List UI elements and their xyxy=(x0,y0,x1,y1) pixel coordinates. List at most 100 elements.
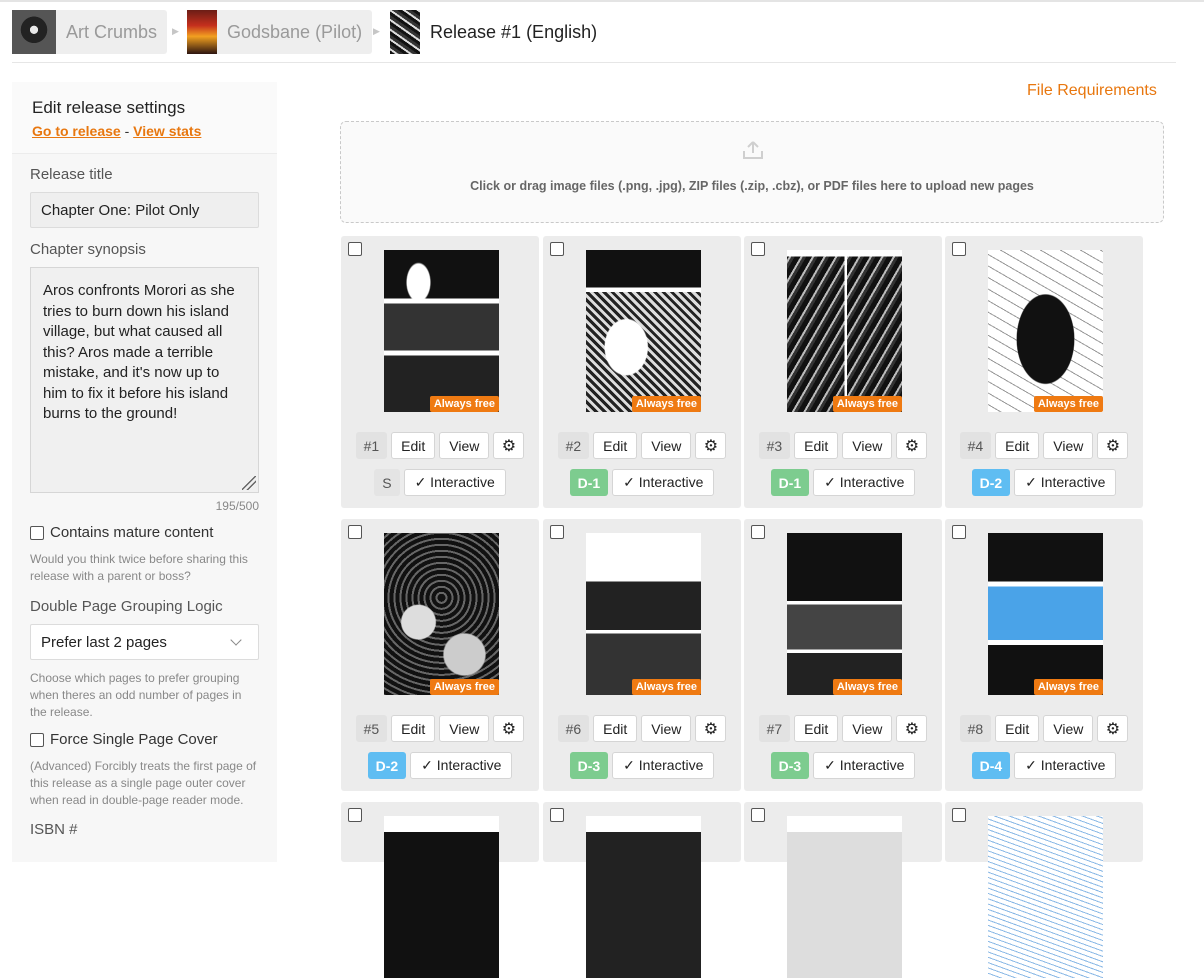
breadcrumb-item-godsbane[interactable]: Godsbane (Pilot) xyxy=(187,10,373,54)
gear-icon[interactable]: ⚙ xyxy=(1097,715,1129,742)
page-flags: D-2 ✓ Interactive xyxy=(341,752,539,779)
gear-icon[interactable]: ⚙ xyxy=(695,432,727,459)
page-select-checkbox[interactable] xyxy=(550,242,564,256)
edit-page-button[interactable]: Edit xyxy=(593,432,638,459)
always-free-badge: Always free xyxy=(832,679,902,695)
page-select-checkbox[interactable] xyxy=(550,808,564,822)
mature-content-label: Contains mature content xyxy=(50,524,214,541)
edit-page-button[interactable]: Edit xyxy=(391,432,436,459)
page-select-checkbox[interactable] xyxy=(952,808,966,822)
page-thumbnail[interactable]: Always free xyxy=(787,250,902,412)
page-actions: #2 Edit View ⚙ xyxy=(543,432,741,459)
interactive-toggle[interactable]: ✓ Interactive xyxy=(813,752,916,779)
gear-icon[interactable]: ⚙ xyxy=(493,432,525,459)
spread-badge: D-1 xyxy=(569,469,609,496)
page-thumbnail[interactable] xyxy=(988,816,1103,978)
edit-page-button[interactable]: Edit xyxy=(995,715,1040,742)
release-title-label: Release title xyxy=(30,166,113,183)
breadcrumb-item-art-crumbs[interactable]: Art Crumbs xyxy=(12,10,168,54)
page-card[interactable]: Always free #4 Edit View ⚙ D-2 ✓ Interactive xyxy=(945,236,1143,508)
page-select-checkbox[interactable] xyxy=(348,242,362,256)
page-card[interactable]: Always free #6 Edit View ⚙ D-3 ✓ Interactive xyxy=(543,519,741,791)
synopsis-textarea[interactable]: Aros confronts Morori as she tries to bu… xyxy=(30,267,259,493)
page-select-checkbox[interactable] xyxy=(751,525,765,539)
gear-icon[interactable]: ⚙ xyxy=(493,715,525,742)
upload-dropzone[interactable]: Click or drag image files (.png, .jpg), … xyxy=(340,121,1164,223)
page-thumbnail[interactable]: Always free xyxy=(384,250,499,412)
interactive-toggle[interactable]: ✓ Interactive xyxy=(813,469,916,496)
grouping-logic-help: Choose which pages to prefer grouping wh… xyxy=(30,671,242,719)
page-select-checkbox[interactable] xyxy=(348,808,362,822)
mature-content-checkbox[interactable] xyxy=(30,525,44,540)
view-stats-link[interactable]: View stats xyxy=(133,123,201,139)
page-actions: #4 Edit View ⚙ xyxy=(945,432,1143,459)
edit-page-button[interactable]: Edit xyxy=(391,715,436,742)
view-page-button[interactable]: View xyxy=(842,715,893,742)
page-select-checkbox[interactable] xyxy=(751,808,765,822)
page-card[interactable]: Always free #7 Edit View ⚙ D-3 ✓ Interactive xyxy=(744,519,942,791)
view-page-button[interactable]: View xyxy=(439,715,490,742)
link-separator: - xyxy=(124,123,130,139)
page-card[interactable]: Always free #5 Edit View ⚙ D-2 ✓ Interactive xyxy=(341,519,539,791)
spread-badge: D-3 xyxy=(569,752,609,779)
page-thumbnail[interactable]: Always free xyxy=(988,533,1103,695)
gear-icon[interactable]: ⚙ xyxy=(896,432,928,459)
view-page-button[interactable]: View xyxy=(1043,432,1094,459)
page-card[interactable] xyxy=(341,802,539,978)
interactive-toggle[interactable]: ✓ Interactive xyxy=(612,469,715,496)
edit-page-button[interactable]: Edit xyxy=(593,715,638,742)
view-page-button[interactable]: View xyxy=(439,432,490,459)
page-thumbnail[interactable] xyxy=(384,816,499,978)
page-flags: D-3 ✓ Interactive xyxy=(543,752,741,779)
page-card[interactable]: Always free #1 Edit View ⚙ S ✓ Interactive xyxy=(341,236,539,508)
page-thumbnail[interactable]: Always free xyxy=(586,250,701,412)
page-select-checkbox[interactable] xyxy=(751,242,765,256)
page-select-checkbox[interactable] xyxy=(952,525,966,539)
force-cover-label: Force Single Page Cover xyxy=(50,731,218,748)
interactive-toggle[interactable]: ✓ Interactive xyxy=(612,752,715,779)
gear-icon[interactable]: ⚙ xyxy=(1097,432,1129,459)
edit-page-button[interactable]: Edit xyxy=(794,432,839,459)
view-page-button[interactable]: View xyxy=(842,432,893,459)
page-select-checkbox[interactable] xyxy=(550,525,564,539)
page-card[interactable] xyxy=(744,802,942,978)
gear-icon[interactable]: ⚙ xyxy=(695,715,727,742)
page-select-checkbox[interactable] xyxy=(348,525,362,539)
page-actions: #3 Edit View ⚙ xyxy=(744,432,942,459)
page-card[interactable] xyxy=(543,802,741,978)
force-cover-row[interactable]: Force Single Page Cover xyxy=(30,731,259,748)
page-card[interactable]: Always free #3 Edit View ⚙ D-1 ✓ Interactive xyxy=(744,236,942,508)
page-thumbnail[interactable]: Always free xyxy=(384,533,499,695)
view-page-button[interactable]: View xyxy=(641,715,692,742)
page-thumbnail[interactable]: Always free xyxy=(988,250,1103,412)
grouping-logic-select[interactable]: Prefer last 2 pages xyxy=(30,624,259,660)
mature-content-row[interactable]: Contains mature content xyxy=(30,524,259,541)
page-thumbnail[interactable] xyxy=(787,816,902,978)
edit-page-button[interactable]: Edit xyxy=(794,715,839,742)
page-artwork xyxy=(988,533,1103,695)
synopsis-label: Chapter synopsis xyxy=(30,241,146,258)
interactive-toggle[interactable]: ✓ Interactive xyxy=(410,752,513,779)
page-actions: #6 Edit View ⚙ xyxy=(543,715,741,742)
go-to-release-link[interactable]: Go to release xyxy=(32,123,121,139)
interactive-toggle[interactable]: ✓ Interactive xyxy=(1014,469,1117,496)
page-card[interactable]: Always free #2 Edit View ⚙ D-1 ✓ Interactive xyxy=(543,236,741,508)
view-page-button[interactable]: View xyxy=(641,432,692,459)
spread-badge: D-1 xyxy=(770,469,810,496)
page-select-checkbox[interactable] xyxy=(952,242,966,256)
force-cover-checkbox[interactable] xyxy=(30,732,44,747)
view-page-button[interactable]: View xyxy=(1043,715,1094,742)
file-requirements-link[interactable]: File Requirements xyxy=(1027,82,1157,100)
page-actions: #7 Edit View ⚙ xyxy=(744,715,942,742)
page-card[interactable] xyxy=(945,802,1143,978)
interactive-toggle[interactable]: ✓ Interactive xyxy=(403,469,506,496)
page-card[interactable]: Always free #8 Edit View ⚙ D-4 ✓ Interactive xyxy=(945,519,1143,791)
resize-handle-icon[interactable] xyxy=(242,476,256,490)
page-thumbnail[interactable] xyxy=(586,816,701,978)
interactive-toggle[interactable]: ✓ Interactive xyxy=(1014,752,1117,779)
page-thumbnail[interactable]: Always free xyxy=(787,533,902,695)
edit-page-button[interactable]: Edit xyxy=(995,432,1040,459)
gear-icon[interactable]: ⚙ xyxy=(896,715,928,742)
page-thumbnail[interactable]: Always free xyxy=(586,533,701,695)
release-title-input[interactable]: Chapter One: Pilot Only xyxy=(30,192,259,228)
